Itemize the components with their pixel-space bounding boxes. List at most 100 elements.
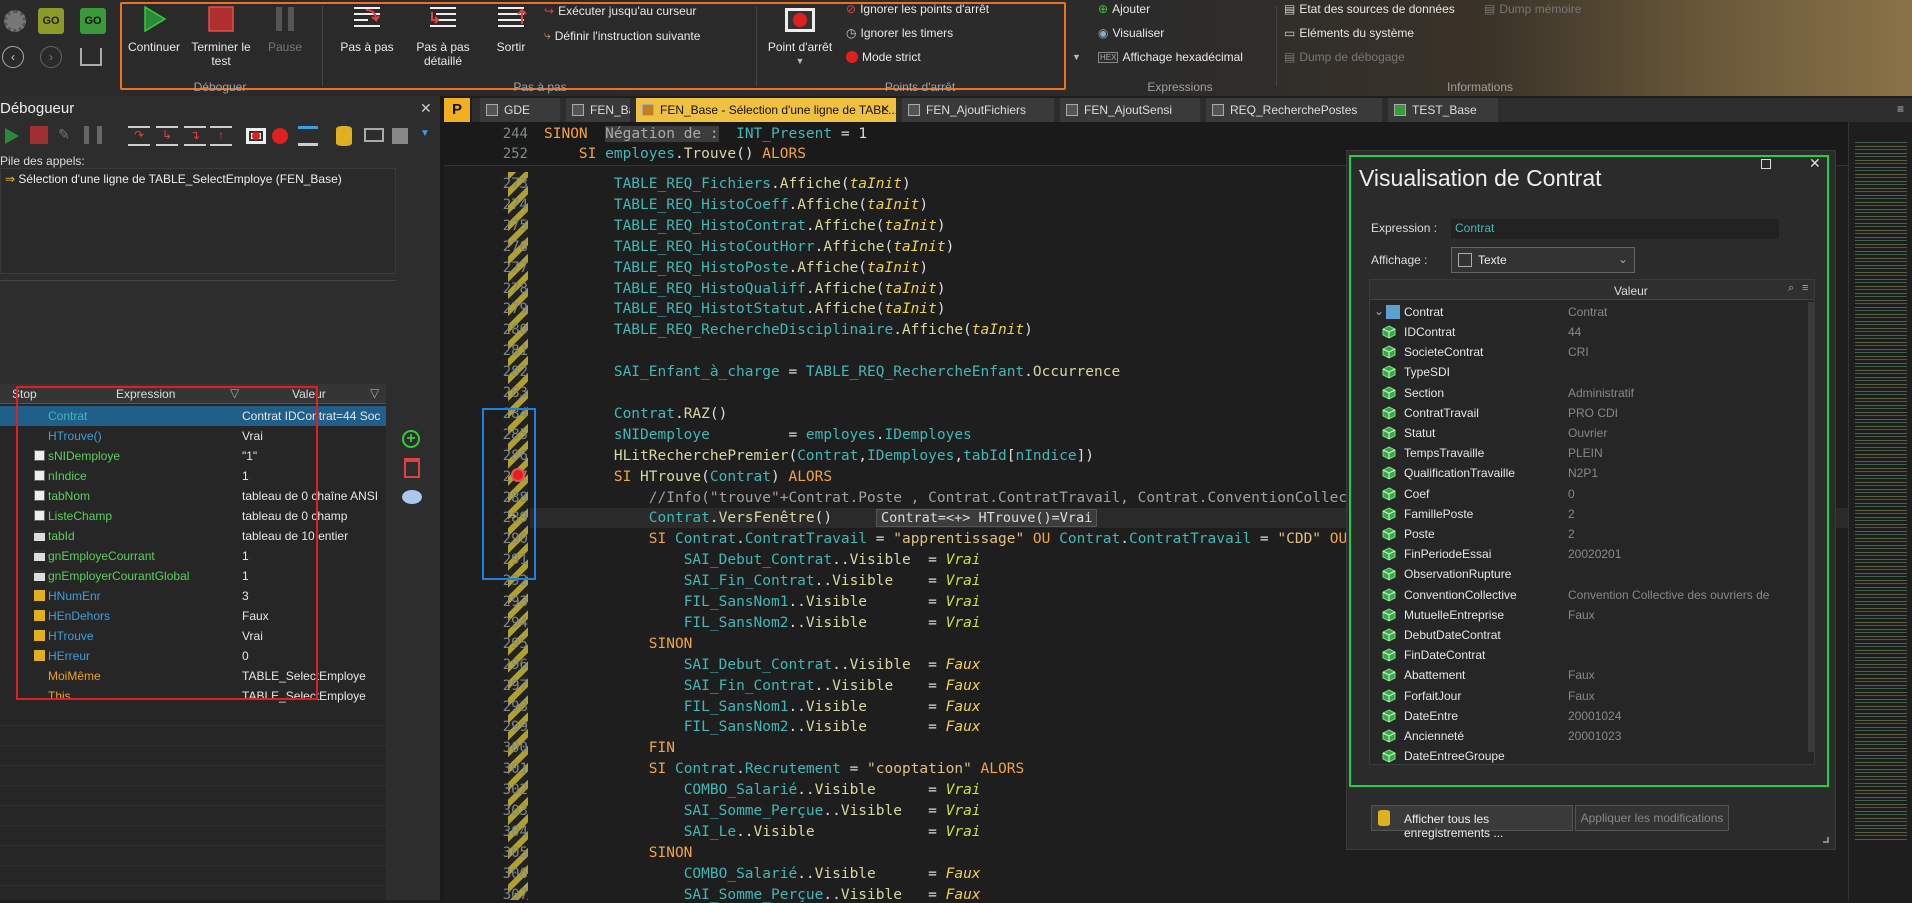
step-button[interactable]: Pas à pas [334, 4, 400, 54]
continue-button[interactable]: Continuer [124, 4, 184, 54]
settings-icon[interactable] [4, 10, 26, 32]
tab-list-icon[interactable]: ≡ [1897, 102, 1904, 116]
tree-root-row[interactable]: ⌄ Contrat Contrat [1370, 302, 1814, 322]
tab-fen-ajoutfichiers[interactable]: FEN_AjoutFichiers [902, 98, 1054, 122]
field-row[interactable]: TempsTravaille PLEIN [1370, 443, 1808, 463]
splitter[interactable] [0, 280, 396, 286]
field-row[interactable]: SocieteContrat CRI [1370, 342, 1808, 362]
ignore-timers-button[interactable]: ◷ Ignorer les timers [846, 26, 953, 40]
add-expression-icon[interactable]: + [402, 430, 420, 448]
field-row[interactable]: Poste 2 [1370, 524, 1808, 544]
memory-dump-button[interactable]: ▤ Dump mémoire [1484, 2, 1581, 16]
code-line: SAI_Somme_Perçue..Visible = Vrai [683, 803, 981, 819]
database-icon[interactable] [336, 126, 352, 146]
close-icon[interactable]: ✕ [420, 100, 432, 117]
project-go-icon[interactable]: GO [38, 8, 64, 34]
field-row[interactable]: Statut Ouvrier [1370, 423, 1808, 443]
memory-icon[interactable] [392, 128, 408, 144]
add-expression-button[interactable]: ⊕ Ajouter [1098, 2, 1150, 16]
step-icon[interactable]: ↷ [128, 126, 150, 146]
search-icon[interactable]: ⌕ [1788, 282, 1794, 295]
exit-button[interactable]: Sortir [486, 4, 536, 54]
field-row[interactable]: Ancienneté 20001023 [1370, 726, 1808, 746]
visualize-icon[interactable] [402, 490, 422, 504]
resize-grip-icon[interactable] [1823, 837, 1829, 843]
menu-icon[interactable]: ≡ [1802, 282, 1808, 294]
field-row[interactable]: Abattement Faux [1370, 665, 1808, 685]
step-detail-button[interactable]: Pas à pas détaillé [408, 4, 478, 68]
field-icon [1382, 588, 1396, 602]
expression-input[interactable]: Contrat [1451, 219, 1779, 239]
field-row[interactable]: FinDateContrat [1370, 645, 1808, 665]
debug-dump-button[interactable]: ▤ Dump de débogage [1284, 50, 1405, 64]
tab-test-base[interactable]: TEST_Base [1388, 98, 1498, 122]
list-icon[interactable] [298, 126, 318, 146]
field-row[interactable]: DateEntre 20001024 [1370, 706, 1808, 726]
window-icon [908, 104, 920, 116]
test-go-icon[interactable]: GO [80, 8, 106, 34]
step-more-icon[interactable]: ↴ [184, 126, 206, 146]
breakpoint-button[interactable]: Point d'arrêt ▼ [762, 6, 838, 68]
delete-icon[interactable] [404, 458, 420, 478]
field-row[interactable]: IDContrat 44 [1370, 322, 1808, 342]
ignore-breakpoints-button[interactable]: ⊘ Ignorer les points d'arrêt [846, 2, 989, 16]
continue-icon[interactable] [2, 126, 22, 146]
close-tab-icon[interactable]: ✕ [880, 102, 890, 116]
field-row[interactable]: TypeSDI [1370, 362, 1808, 382]
field-row[interactable]: ContratTravail PRO CDI [1370, 403, 1808, 423]
pause-icon[interactable] [84, 126, 102, 144]
code-line: Contrat.VersFenêtre() [648, 510, 833, 527]
tab-fen-base[interactable]: FEN_Base [566, 98, 630, 122]
field-row[interactable]: QualificationTravaille N2P1 [1370, 463, 1808, 483]
forward-icon[interactable]: › [40, 46, 62, 68]
column-value[interactable]: Valeur [1614, 284, 1648, 298]
apply-button[interactable]: Appliquer les modifications [1575, 805, 1729, 831]
p-logo[interactable]: P [444, 98, 470, 122]
tab-fen-ajoutsensi[interactable]: FEN_AjoutSensi [1060, 98, 1200, 122]
end-test-button[interactable]: Terminer le test [186, 4, 256, 68]
filter-icon[interactable]: ▽ [370, 386, 379, 400]
strict-mode-button[interactable]: Mode strict [846, 50, 921, 64]
field-row[interactable]: FamillePoste 2 [1370, 504, 1808, 524]
field-row[interactable]: ObservationRupture [1370, 564, 1808, 584]
strict-icon[interactable] [272, 128, 288, 144]
pause-button[interactable]: Pause [260, 4, 310, 54]
back-icon[interactable]: ‹ [2, 46, 24, 68]
close-icon[interactable]: ✕ [1809, 155, 1821, 172]
field-row[interactable]: Coef 0 [1370, 484, 1808, 504]
display-select[interactable]: Texte ⌄ [1451, 247, 1635, 273]
field-row[interactable]: DebutDateContrat [1370, 625, 1808, 645]
minimap[interactable] [1848, 122, 1912, 900]
edit-icon[interactable]: ✎ [58, 126, 76, 144]
chevron-down-icon[interactable]: ▼ [762, 54, 838, 68]
field-row[interactable]: FinPeriodeEssai 20020201 [1370, 544, 1808, 564]
datasources-button[interactable]: ▤ Etat des sources de données [1284, 2, 1455, 16]
monitor-icon[interactable] [364, 128, 384, 142]
run-to-cursor-button[interactable]: ↪ Exécuter jusqu'au curseur [544, 4, 696, 18]
show-all-button[interactable]: Afficher tous les enregistrements ... [1371, 805, 1573, 840]
field-row[interactable]: ConventionCollective Convention Collectiv… [1370, 585, 1808, 605]
step-out-icon[interactable]: ↑ [210, 126, 232, 146]
tab-gde[interactable]: GDE [480, 98, 560, 122]
hierarchy-icon[interactable] [80, 48, 102, 66]
stop-icon[interactable] [30, 126, 48, 144]
visualize-button[interactable]: ◉ Visualiser [1098, 26, 1164, 40]
step-detail-icon[interactable]: ↳ [156, 126, 178, 146]
line-number: 275 [502, 217, 528, 234]
tree-scrollbar[interactable] [1808, 302, 1814, 752]
tab-fen-base-selection[interactable]: FEN_Base - Sélection d'une ligne de TABL… [636, 98, 896, 122]
system-elements-button[interactable]: ▭ Eléments du système [1284, 26, 1414, 40]
expand-icon[interactable]: ⌄ [1374, 304, 1384, 318]
field-row[interactable]: ForfaitJour Faux [1370, 686, 1808, 706]
field-row[interactable]: MutuelleEntreprise Faux [1370, 605, 1808, 625]
set-next-button[interactable]: ⤷ Définir l'instruction suivante [544, 28, 700, 43]
field-row[interactable]: Section Administratif [1370, 383, 1808, 403]
field-row[interactable]: DateEntreeGroupe [1370, 746, 1808, 764]
call-stack-item[interactable]: ⇒ Sélection d'une ligne de TABLE_SelectE… [5, 172, 342, 186]
group-expand-icon[interactable]: ▼ [1072, 52, 1081, 62]
hex-display-button[interactable]: HEX Affichage hexadécimal [1098, 50, 1243, 64]
breakpoint-icon[interactable] [246, 128, 266, 144]
more-options-icon[interactable]: ▼ [420, 128, 430, 139]
tab-req-recherchepostes[interactable]: REQ_RecherchePostes [1206, 98, 1382, 122]
maximize-icon[interactable] [1761, 159, 1771, 169]
